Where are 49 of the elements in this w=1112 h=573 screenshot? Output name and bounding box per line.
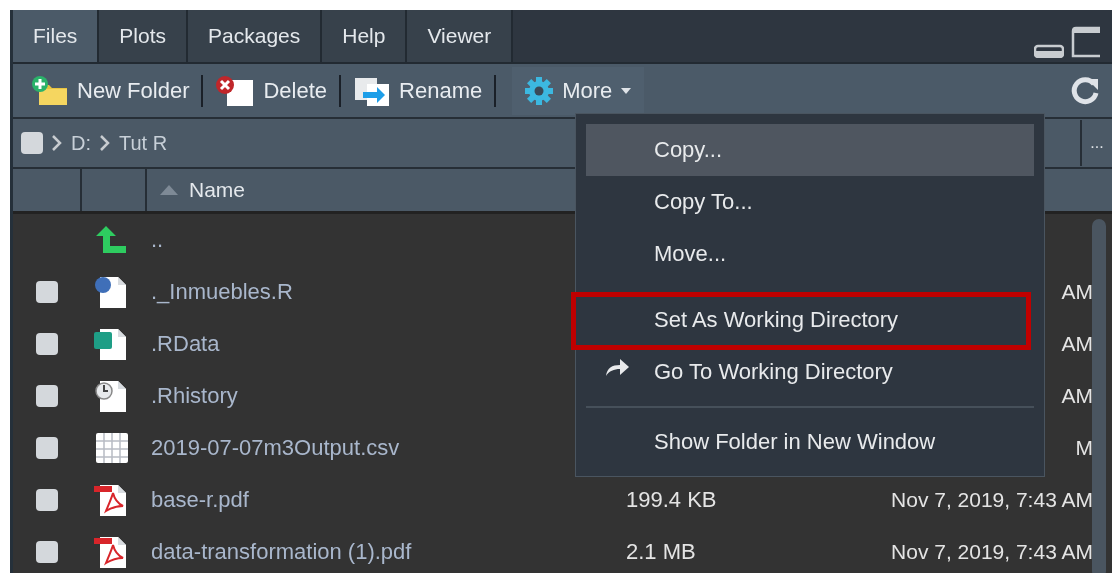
toolbar-button[interactable]: Delete — [209, 70, 334, 111]
modified-date: AM — [1061, 280, 1093, 303]
checkbox[interactable] — [35, 541, 58, 563]
spreadsheet-icon — [94, 432, 129, 464]
file-name-link[interactable]: base-r.pdf — [143, 487, 626, 513]
checkbox[interactable] — [35, 281, 58, 303]
chevron-icon — [51, 134, 63, 152]
toolbar-button[interactable]: Rename — [347, 70, 489, 111]
breadcrumb-link[interactable]: D: — [71, 131, 91, 155]
refresh-icon[interactable] — [1070, 75, 1100, 106]
tab[interactable]: Help — [322, 10, 408, 62]
gear-icon — [524, 75, 555, 106]
toolbar-button[interactable]: New Folder — [25, 70, 196, 111]
delete-icon — [215, 74, 256, 107]
tab[interactable]: Plots — [99, 10, 189, 62]
minimize-icon[interactable] — [1034, 42, 1064, 58]
tab[interactable]: Packages — [188, 10, 323, 62]
modified-date: AM — [1061, 384, 1093, 407]
file-size: 2.1 MB — [626, 539, 696, 564]
modified-date: M — [1075, 436, 1093, 459]
scrollbar[interactable] — [1092, 219, 1106, 573]
file-name-link[interactable]: data-transformation (1).pdf — [143, 539, 626, 565]
up-arrow-icon — [95, 226, 128, 254]
forward-arrow-icon — [604, 358, 630, 378]
sort-icon — [159, 184, 179, 196]
checkbox[interactable] — [35, 437, 58, 459]
menu-item[interactable]: Go To Working Directory — [586, 346, 1034, 398]
checkbox[interactable] — [35, 385, 58, 407]
new-folder-icon — [31, 74, 69, 107]
file-size: 199.4 KB — [626, 487, 717, 512]
modified-date: Nov 7, 2019, 7:43 AM — [891, 540, 1093, 563]
maximize-icon[interactable] — [1070, 26, 1102, 58]
menu-item[interactable]: Copy... — [586, 124, 1034, 176]
menu-item[interactable]: Move... — [586, 228, 1034, 280]
checkbox[interactable] — [35, 489, 58, 511]
tab[interactable]: Viewer — [407, 10, 514, 62]
checkbox[interactable] — [35, 333, 58, 355]
modified-date: Nov 7, 2019, 7:43 AM — [891, 488, 1093, 511]
menu-item[interactable]: Copy To... — [586, 176, 1034, 228]
tab[interactable]: Files — [13, 10, 100, 62]
checkbox[interactable] — [21, 132, 43, 154]
more-menu-button[interactable]: More — [512, 66, 645, 115]
chevron-icon — [99, 134, 111, 152]
modified-date: AM — [1061, 332, 1093, 355]
caret-icon — [620, 86, 633, 95]
menu-item[interactable]: Show Folder in New Window — [586, 416, 1034, 468]
column-header[interactable]: Name — [147, 169, 246, 211]
menu-item[interactable]: Set As Working Directory — [586, 294, 1034, 346]
breadcrumb-link[interactable]: Tut R — [119, 131, 168, 155]
